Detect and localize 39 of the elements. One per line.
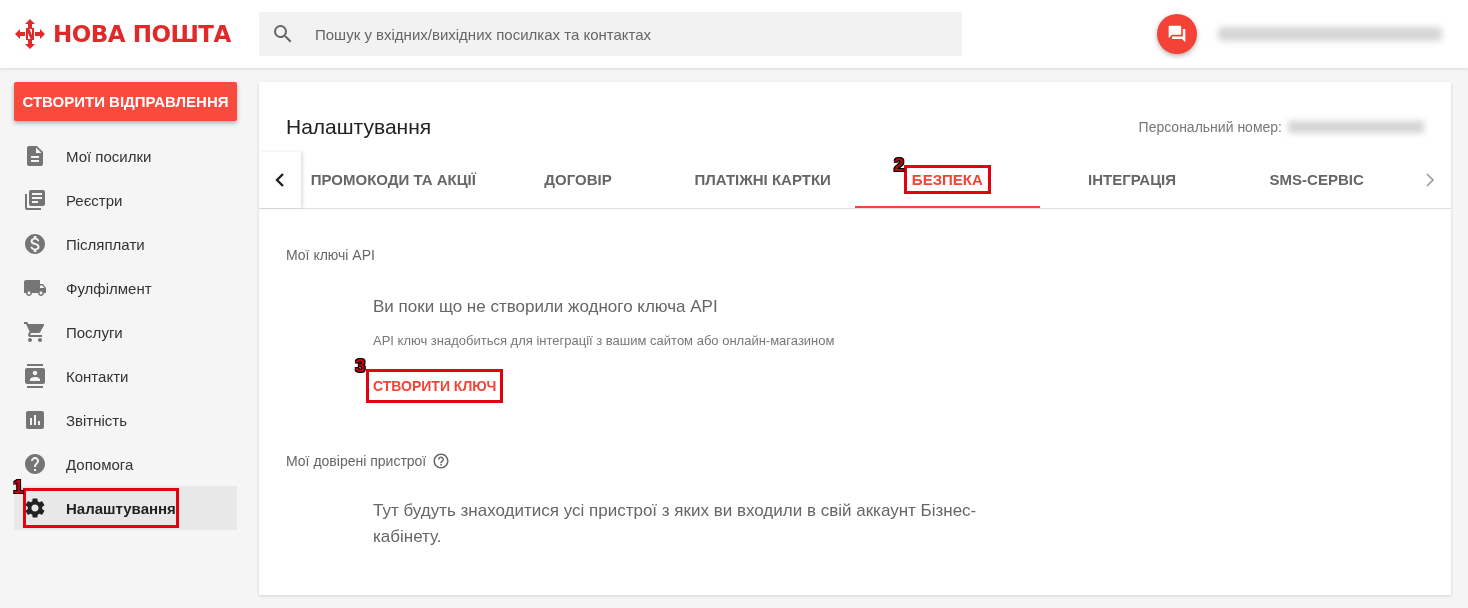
personal-number-label: Персональний номер:	[1138, 119, 1282, 135]
logo-icon	[15, 19, 45, 49]
cart-icon	[23, 320, 47, 344]
scroll-left-button[interactable]	[259, 152, 301, 208]
tab[interactable]: БЕЗПЕКА 2	[855, 152, 1040, 208]
settings-icon	[23, 496, 47, 520]
chat-icon	[1167, 24, 1187, 44]
list-icon	[23, 188, 47, 212]
chevron-right-icon	[1425, 173, 1435, 187]
empty-state-hint: API ключ знадобиться для інтеграції з вашим сайтом або онлайн-магазином	[373, 333, 836, 348]
contact-card-icon	[23, 364, 47, 388]
page-title: Налаштування	[286, 115, 432, 139]
tab[interactable]: SMS-СЕРВІС	[1224, 152, 1410, 208]
sidebar-item[interactable]: Післяплати	[14, 222, 237, 266]
chat-button[interactable]	[1157, 14, 1197, 54]
help-icon	[432, 452, 451, 470]
sidebar-item[interactable]: Реєстри	[14, 178, 237, 222]
section-heading: Мої довірені пристрої	[286, 453, 427, 469]
sidebar-item[interactable]: Звітність	[14, 398, 237, 442]
chevron-left-icon	[275, 173, 285, 187]
sidebar-item[interactable]: Мої посилки	[14, 134, 237, 178]
tab[interactable]: ІНТЕГРАЦІЯ	[1039, 152, 1225, 208]
section-heading: Мої ключі API	[286, 247, 375, 263]
sidebar-item[interactable]: Послуги	[14, 310, 237, 354]
tab[interactable]: ПЛАТІЖНІ КАРТКИ	[670, 152, 855, 208]
sidebar-item[interactable]: Контакти	[14, 354, 237, 398]
dollar-icon	[23, 232, 47, 256]
callout-number: 3	[355, 356, 366, 375]
empty-state-title: Ви поки що не створили жодного ключа API	[373, 297, 719, 317]
devices-description: Тут будуть знаходитися усі пристрої з яких ви входили в свій аккаунт Бізнес-кабінету.	[373, 500, 978, 548]
sidebar-item[interactable]: Фулфілмент	[14, 266, 237, 310]
tab[interactable]: ПРОМОКОДИ ТА АКЦІЇ	[301, 152, 486, 208]
bar-chart-icon	[23, 408, 47, 432]
help-icon	[23, 452, 47, 476]
logo-text: НОВА ПОШТА	[53, 21, 231, 47]
tab[interactable]: ДОГОВІР	[485, 152, 671, 208]
create-key-button[interactable]: СТВОРИТИ КЛЮЧ	[373, 372, 497, 400]
callout-number: 2	[893, 154, 905, 174]
search-field[interactable]: Пошук у вхідних/вихідних посилках та контактах	[259, 12, 962, 56]
